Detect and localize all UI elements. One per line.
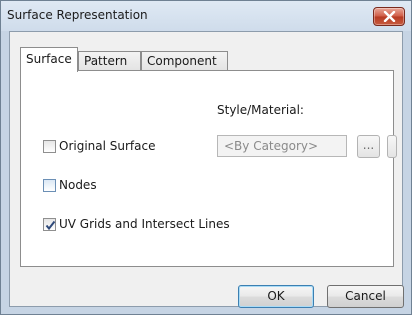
dialog-body: Surface Pattern Component Style/Material… — [9, 31, 404, 308]
uv-grids-label: UV Grids and Intersect Lines — [59, 217, 230, 231]
browse-button[interactable]: ... — [357, 135, 380, 158]
nodes-option[interactable]: Nodes — [43, 178, 97, 192]
original-surface-checkbox[interactable] — [43, 139, 56, 153]
cancel-button[interactable]: Cancel — [327, 285, 404, 308]
close-button[interactable] — [373, 7, 405, 26]
original-surface-option[interactable]: Original Surface — [43, 139, 156, 153]
ok-button[interactable]: OK — [238, 285, 314, 308]
nodes-label: Nodes — [59, 178, 97, 192]
uv-grids-option[interactable]: UV Grids and Intersect Lines — [43, 217, 230, 231]
tab-surface[interactable]: Surface — [20, 47, 78, 72]
secondary-button[interactable] — [387, 135, 397, 158]
material-field[interactable]: <By Category> — [217, 135, 347, 157]
checkmark-icon — [45, 220, 56, 230]
surface-tab-panel: Style/Material: Original Surface Nodes U… — [20, 70, 397, 267]
tab-pattern[interactable]: Pattern — [78, 51, 141, 71]
title-bar[interactable]: Surface Representation — [1, 1, 411, 31]
tab-component[interactable]: Component — [141, 51, 228, 71]
close-icon — [383, 11, 396, 22]
nodes-checkbox[interactable] — [43, 178, 56, 192]
window-title: Surface Representation — [7, 8, 148, 22]
style-material-label: Style/Material: — [217, 103, 304, 117]
dialog-window: Surface Representation Surface Pattern C… — [0, 0, 412, 315]
uv-grids-checkbox[interactable] — [43, 217, 56, 231]
original-surface-label: Original Surface — [59, 139, 156, 153]
